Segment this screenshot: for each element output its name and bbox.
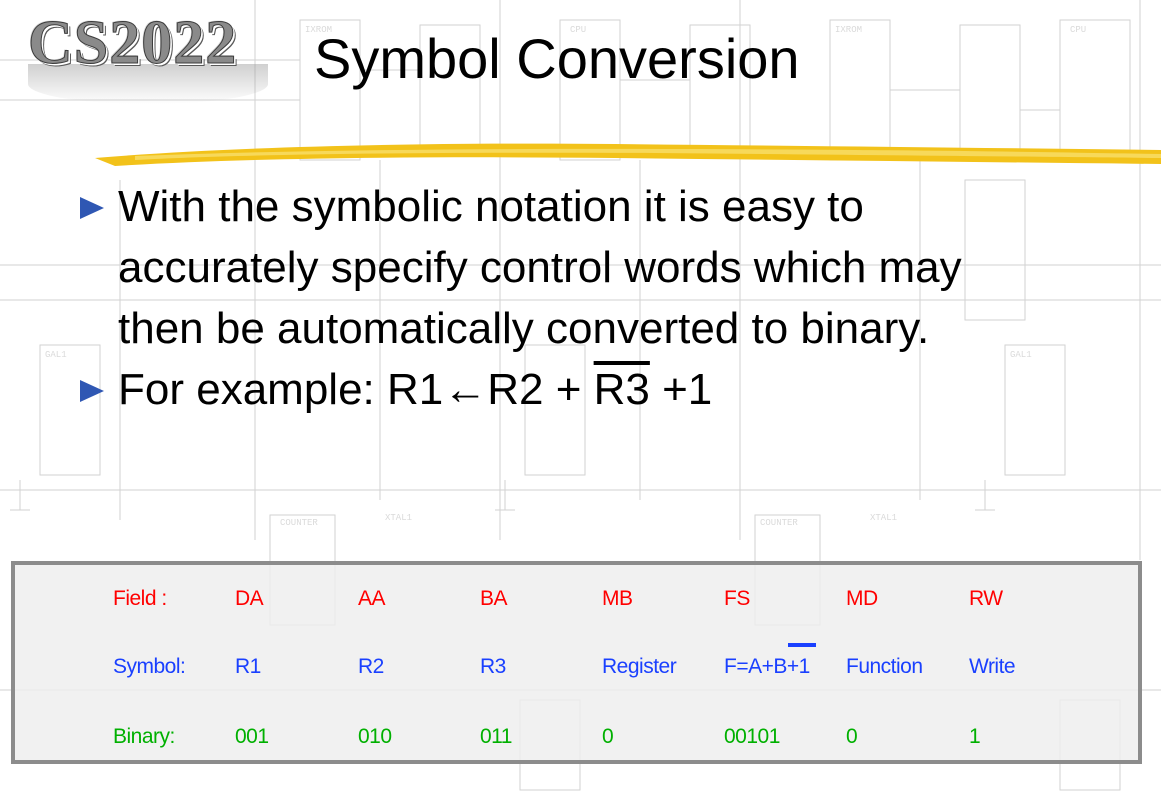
field-cell: AA (358, 587, 386, 610)
symbol-cell: Write (969, 655, 1016, 678)
binary-row: Binary: 001 010 011 0 00101 0 1 (15, 725, 1138, 749)
field-cell: DA (235, 587, 264, 610)
binary-cell: 1 (969, 725, 981, 748)
symbol-cell: Function (846, 655, 923, 678)
symbol-row: Symbol: R1 R2 R3 Register F=A+B+1 Functi… (15, 655, 1138, 679)
field-cell: Field : (113, 587, 167, 610)
course-logo: CS2022 (27, 9, 238, 78)
bullet-item: For example: R1←R2 + R3 +1 (80, 359, 1080, 420)
bullet-arrow-icon (80, 380, 104, 402)
symbol-cell: R2 (358, 655, 384, 678)
binary-cell: 0 (602, 725, 614, 748)
symbol-cell: R1 (235, 655, 261, 678)
field-cell: RW (969, 587, 1003, 610)
field-cell: MB (602, 587, 633, 610)
bullet-text-line: accurately specify control words which m… (118, 243, 962, 292)
binary-cell: 011 (480, 725, 512, 748)
bullet-text-line: then be automatically converted to binar… (118, 304, 930, 353)
highlight-brush-stroke (95, 143, 1161, 166)
example-suffix: +1 (649, 365, 713, 414)
example-operand: R2 + (487, 365, 594, 414)
svg-text:XTAL1: XTAL1 (385, 513, 412, 523)
svg-text:COUNTER: COUNTER (280, 518, 318, 528)
symbol-cell: Symbol: (113, 655, 186, 678)
bullet-list: With the symbolic notation it is easy to… (80, 176, 1080, 420)
left-arrow-icon: ← (443, 365, 488, 414)
bullet-text-line: With the symbolic notation it is easy to (118, 182, 864, 231)
svg-text:IXROM: IXROM (835, 25, 862, 35)
field-row: Field : DA AA BA MB FS MD RW (15, 587, 1138, 611)
binary-cell: Binary: (113, 725, 175, 748)
example-expression: For example: R1←R2 + R3 +1 (118, 359, 1080, 420)
example-prefix: For example: R1 (118, 365, 444, 414)
control-word-table: Field : DA AA BA MB FS MD RW Symbol: R1 … (11, 561, 1142, 764)
field-cell: BA (480, 587, 508, 610)
bullet-item: With the symbolic notation it is easy to… (80, 176, 1080, 359)
field-cell: FS (724, 587, 750, 610)
binary-cell: 010 (358, 725, 392, 748)
binary-cell: 0 (846, 725, 858, 748)
bullet-arrow-icon (80, 197, 104, 219)
binary-cell: 00101 (724, 725, 780, 748)
slide-title: Symbol Conversion (314, 27, 800, 90)
svg-text:GAL1: GAL1 (45, 350, 67, 360)
symbol-cell: R3 (480, 655, 506, 678)
svg-text:XTAL1: XTAL1 (870, 513, 897, 523)
svg-text:COUNTER: COUNTER (760, 518, 798, 528)
svg-text:CPU: CPU (1070, 25, 1086, 35)
b-complement-bar (788, 643, 816, 647)
symbol-cell: Register (602, 655, 677, 678)
symbol-cell: F=A+B+1 (724, 655, 810, 678)
complemented-operand: R3 (593, 365, 650, 414)
field-cell: MD (846, 587, 878, 610)
binary-cell: 001 (235, 725, 269, 748)
